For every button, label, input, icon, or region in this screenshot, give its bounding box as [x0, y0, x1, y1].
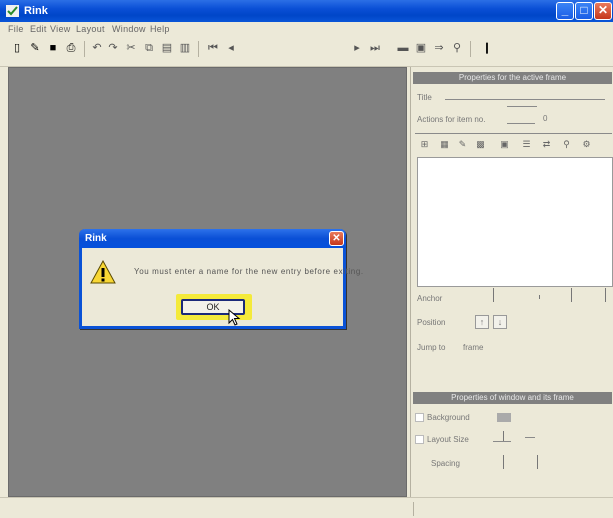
move-down-button[interactable]: ↓: [493, 315, 507, 329]
tool-grid-icon[interactable]: ▩: [475, 139, 486, 149]
background-color-swatch[interactable]: [497, 413, 511, 422]
menu-view[interactable]: View: [50, 24, 71, 34]
tool-link-icon[interactable]: ⇄: [541, 139, 552, 149]
open-icon[interactable]: ✎: [28, 41, 42, 55]
jump-value: frame: [463, 343, 484, 352]
move-up-button[interactable]: ↑: [475, 315, 489, 329]
redo-icon[interactable]: ↷: [106, 41, 120, 55]
background-checkbox[interactable]: [415, 413, 424, 422]
tool-edit-icon[interactable]: ✎: [457, 139, 468, 149]
toolbar-separator: [84, 41, 85, 57]
title-field[interactable]: [445, 99, 605, 100]
toolbar-separator: [470, 41, 471, 57]
cut-icon[interactable]: ✂: [124, 41, 138, 55]
anchor-tick: [605, 288, 606, 302]
copy-icon[interactable]: ⧉: [142, 41, 156, 55]
close-button[interactable]: ✕: [594, 2, 612, 20]
help-icon[interactable]: ❙: [480, 41, 494, 55]
jump-label: Jump to: [417, 343, 446, 352]
tool-list-icon[interactable]: ☰: [521, 139, 532, 149]
menu-bar: File Edit View Layout Window Help: [0, 22, 613, 37]
layout-height-field[interactable]: [525, 437, 535, 438]
layout-size-label: Layout Size: [427, 435, 469, 444]
maximize-button[interactable]: □: [575, 2, 593, 20]
menu-edit[interactable]: Edit: [30, 24, 47, 34]
dialog-message: You must enter a name for the new entry …: [134, 267, 364, 276]
print-icon[interactable]: ⎙: [64, 41, 78, 55]
frame-icon[interactable]: ▣: [414, 41, 428, 55]
layout-width-tick: [503, 431, 504, 441]
anchor-tick: [571, 288, 572, 302]
insert-icon[interactable]: ▬: [396, 41, 410, 55]
mouse-cursor-icon: [228, 309, 241, 326]
spacing-label: Spacing: [431, 459, 460, 468]
new-icon[interactable]: ▯: [10, 41, 24, 55]
layout-size-checkbox[interactable]: [415, 435, 424, 444]
anchor-tick: [539, 295, 540, 299]
background-label: Background: [427, 413, 470, 422]
actions-value: 0: [543, 114, 548, 123]
tool-zoom-icon[interactable]: ⚲: [561, 139, 572, 149]
minimize-button[interactable]: _: [556, 2, 574, 20]
tool-box-icon[interactable]: ▣: [499, 139, 510, 149]
title-field-underline: [507, 106, 537, 107]
menu-file[interactable]: File: [8, 24, 24, 34]
spacing-tick: [503, 455, 504, 469]
status-divider: [413, 502, 414, 516]
menu-window[interactable]: Window: [112, 24, 146, 34]
status-bar: [0, 497, 613, 518]
next-icon[interactable]: ▸: [350, 41, 364, 55]
menu-layout[interactable]: Layout: [76, 24, 105, 34]
prev-icon[interactable]: ◂: [224, 41, 238, 55]
title-bar: Rink _ □ ✕: [0, 0, 613, 22]
dialog-title-bar: Rink ✕: [79, 229, 346, 248]
window-properties-header: Properties of window and its frame: [413, 392, 612, 404]
toolbar-separator: [198, 41, 199, 57]
properties-panel: Properties for the active frame Title Ac…: [410, 67, 613, 497]
save-icon[interactable]: ■: [46, 41, 60, 55]
spacing-tick: [537, 455, 538, 469]
link-icon[interactable]: ⇒: [432, 41, 446, 55]
window-title: Rink: [24, 5, 48, 17]
position-label: Position: [417, 318, 446, 327]
actions-label: Actions for item no.: [417, 115, 486, 124]
toolbar: ▯ ✎ ■ ⎙ ↶ ↷ ✂ ⧉ ▤ ▥ ⏮ ◂ ▸ ⏭ ▬ ▣ ⇒ ⚲ ❙: [0, 37, 613, 67]
undo-icon[interactable]: ↶: [90, 41, 104, 55]
anchor-label: Anchor: [417, 294, 443, 303]
tool-add-icon[interactable]: ⊞: [419, 139, 430, 149]
tool-settings-icon[interactable]: ⚙: [581, 139, 592, 149]
first-icon[interactable]: ⏮: [206, 41, 220, 55]
dialog-title: Rink: [85, 233, 107, 244]
actions-field[interactable]: [507, 123, 535, 124]
anchor-tick: [493, 288, 494, 302]
layout-width-field[interactable]: [493, 441, 511, 442]
tool-image-icon[interactable]: ▦: [439, 139, 450, 149]
message-dialog: Rink ✕ You must enter a name for the new…: [79, 229, 363, 329]
lookup-icon[interactable]: ⚲: [450, 41, 464, 55]
last-icon[interactable]: ⏭: [368, 41, 382, 55]
delete-icon[interactable]: ▥: [178, 41, 192, 55]
properties-header: Properties for the active frame: [413, 72, 612, 84]
app-icon: [6, 5, 19, 17]
menu-help[interactable]: Help: [150, 24, 170, 34]
divider: [415, 133, 612, 134]
title-label: Title: [417, 93, 432, 102]
paste-icon[interactable]: ▤: [160, 41, 174, 55]
actions-list[interactable]: [417, 157, 613, 287]
warning-icon: [90, 260, 116, 284]
dialog-close-button[interactable]: ✕: [329, 231, 344, 246]
